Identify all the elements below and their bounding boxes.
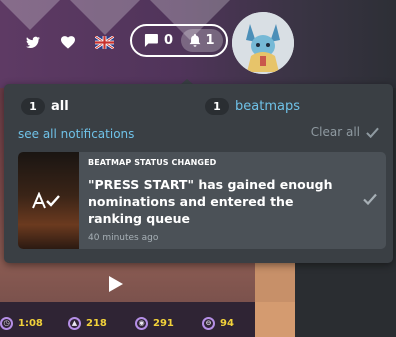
bell-icon	[190, 34, 201, 47]
tab-beatmaps[interactable]: 1 beatmaps	[205, 97, 300, 115]
stat-length-value: 1:08	[18, 318, 43, 329]
stat-sliders-value: 291	[153, 318, 174, 329]
heart-icon[interactable]	[61, 35, 75, 49]
stats-band-accent	[255, 302, 295, 337]
notification-count: 1	[205, 33, 215, 48]
circle-count-icon: ▲	[68, 317, 81, 330]
uk-flag-icon[interactable]	[95, 36, 114, 49]
check-icon	[366, 127, 379, 138]
notification-item[interactable]: BEATMAP STATUS CHANGED "PRESS START" has…	[18, 152, 386, 249]
notifications-button[interactable]: 1	[181, 29, 223, 52]
user-avatar[interactable]	[232, 12, 294, 74]
beatmap-thumbnail	[18, 152, 79, 249]
notification-message: "PRESS START" has gained enough nominati…	[88, 177, 333, 226]
notification-time: 40 minutes ago	[88, 233, 159, 243]
chat-button[interactable]: 0	[132, 26, 184, 55]
stat-spinners: ⊖ 94	[202, 317, 234, 330]
stat-circles-value: 218	[86, 318, 107, 329]
stat-spinners-value: 94	[220, 318, 234, 329]
chat-icon	[144, 34, 158, 47]
notification-toggle-group: 0 1	[130, 24, 228, 57]
spinner-count-icon: ⊖	[202, 317, 215, 330]
stat-circles: ▲ 218	[68, 317, 107, 330]
tab-beatmaps-label: beatmaps	[235, 98, 300, 114]
tab-beatmaps-count: 1	[205, 97, 229, 115]
notification-type: BEATMAP STATUS CHANGED	[88, 158, 217, 167]
mark-read-check-icon[interactable]	[363, 193, 377, 205]
see-all-notifications-link[interactable]: see all notifications	[18, 127, 134, 141]
beatmap-status-icon	[32, 192, 60, 209]
play-icon[interactable]	[108, 275, 124, 293]
slider-count-icon: ◉	[135, 317, 148, 330]
clear-all-button[interactable]: Clear all	[311, 125, 379, 139]
tab-all[interactable]: 1 all	[21, 97, 69, 115]
clock-icon: ◷	[0, 317, 13, 330]
chat-count: 0	[164, 33, 174, 48]
stat-sliders: ◉ 291	[135, 317, 174, 330]
clear-all-label: Clear all	[310, 125, 360, 139]
tab-all-label: all	[51, 98, 69, 114]
stat-length: ◷ 1:08	[0, 317, 43, 330]
tab-all-count: 1	[21, 97, 45, 115]
avatar-image	[232, 12, 294, 74]
twitter-icon[interactable]	[26, 35, 40, 49]
